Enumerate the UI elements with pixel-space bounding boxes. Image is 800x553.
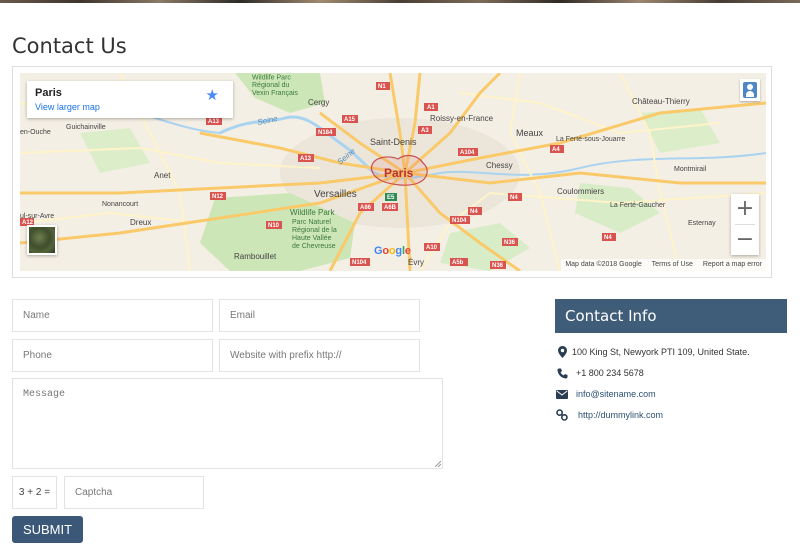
message-textarea[interactable]: [12, 378, 443, 469]
phone-input[interactable]: [12, 339, 213, 372]
svg-text:Régional de la: Régional de la: [292, 227, 337, 234]
street-view-pegman-icon[interactable]: [740, 79, 760, 101]
contact-address-row: 100 King St, Newyork PTI 109, United Sta…: [555, 345, 750, 359]
svg-text:ul-sur-Avre: ul-sur-Avre: [20, 213, 54, 220]
resize-grip-icon[interactable]: [435, 461, 441, 467]
contact-info-heading: Contact Info: [555, 299, 787, 333]
contact-website-link[interactable]: http://dummylink.com: [578, 410, 663, 420]
svg-text:Guichainville: Guichainville: [66, 124, 106, 131]
svg-text:Haute Vallée: Haute Vallée: [292, 235, 332, 242]
svg-text:en-Ouche: en-Ouche: [20, 129, 51, 136]
svg-text:N4: N4: [604, 235, 612, 241]
svg-text:Nonancourt: Nonancourt: [102, 201, 138, 208]
svg-text:Chessy: Chessy: [486, 161, 513, 170]
svg-text:Parc Naturel: Parc Naturel: [292, 219, 331, 226]
svg-text:Rambouillet: Rambouillet: [234, 252, 277, 261]
page-title: Contact Us: [12, 34, 127, 58]
svg-text:Montmirail: Montmirail: [674, 166, 707, 173]
name-input[interactable]: [12, 299, 213, 332]
svg-text:A104: A104: [460, 150, 475, 156]
link-icon: [555, 408, 569, 422]
svg-text:Versailles: Versailles: [314, 189, 357, 200]
svg-text:N104: N104: [452, 218, 467, 224]
zoom-out-button[interactable]: −: [731, 225, 759, 255]
svg-text:N4: N4: [470, 209, 478, 215]
svg-text:Meaux: Meaux: [516, 128, 544, 138]
map-data-credit: Map data ©2018 Google: [565, 261, 642, 268]
svg-text:N184: N184: [318, 130, 333, 136]
satellite-toggle-button[interactable]: [27, 225, 57, 255]
google-map[interactable]: N1 A15 A3 A1 A104 A13 N184 A13 N12 A86 A…: [20, 73, 766, 271]
svg-text:Esternay: Esternay: [688, 220, 716, 227]
header-image-strip: [0, 0, 800, 3]
zoom-controls: + −: [731, 194, 759, 255]
svg-text:A10: A10: [426, 245, 438, 251]
svg-text:A4: A4: [552, 147, 560, 153]
svg-text:A86: A86: [360, 205, 372, 211]
svg-text:A13: A13: [300, 156, 312, 162]
view-larger-map-link[interactable]: View larger map: [35, 102, 100, 112]
svg-text:N12: N12: [212, 194, 224, 200]
svg-text:N36: N36: [492, 263, 504, 269]
google-logo: Google: [374, 245, 411, 257]
website-input[interactable]: [219, 339, 420, 372]
svg-text:La Ferté-Gaucher: La Ferté-Gaucher: [610, 202, 666, 209]
svg-text:N1: N1: [378, 84, 386, 90]
svg-text:Wildlife Parc: Wildlife Parc: [252, 75, 291, 82]
contact-email-link[interactable]: info@sitename.com: [576, 389, 656, 399]
svg-text:N4: N4: [510, 195, 518, 201]
svg-text:Coulommiers: Coulommiers: [557, 187, 604, 196]
svg-text:A1: A1: [427, 105, 435, 111]
svg-text:Roissy-en-France: Roissy-en-France: [430, 114, 494, 123]
svg-text:Évry: Évry: [408, 258, 424, 267]
map-frame: N1 A15 A3 A1 A104 A13 N184 A13 N12 A86 A…: [12, 66, 772, 278]
contact-email-row: info@sitename.com: [555, 387, 656, 401]
svg-text:A5b: A5b: [452, 260, 464, 266]
map-attribution: Map data ©2018 Google Terms of Use Repor…: [561, 259, 766, 271]
svg-text:E5: E5: [387, 195, 395, 201]
svg-text:Cergy: Cergy: [308, 98, 329, 107]
contact-phone: +1 800 234 5678: [576, 368, 644, 378]
svg-text:Château-Thierry: Château-Thierry: [632, 97, 690, 106]
zoom-in-button[interactable]: +: [731, 194, 759, 224]
terms-of-use-link[interactable]: Terms of Use: [652, 261, 693, 268]
svg-text:N104: N104: [352, 260, 367, 266]
svg-text:N10: N10: [268, 223, 280, 229]
svg-text:Saint-Denis: Saint-Denis: [370, 137, 417, 147]
place-card: Paris View larger map ★: [27, 81, 233, 118]
svg-text:Régional du: Régional du: [252, 82, 289, 89]
contact-address: 100 King St, Newyork PTI 109, United Sta…: [572, 347, 750, 357]
phone-icon: [555, 366, 569, 380]
report-map-error-link[interactable]: Report a map error: [703, 261, 762, 268]
svg-text:Anet: Anet: [154, 171, 171, 180]
svg-text:Wildlife Park: Wildlife Park: [290, 208, 335, 217]
email-input[interactable]: [219, 299, 420, 332]
contact-phone-row: +1 800 234 5678: [555, 366, 644, 380]
place-name: Paris: [35, 87, 62, 99]
svg-text:A15: A15: [344, 117, 356, 123]
captcha-question: 3 + 2 =: [12, 476, 57, 509]
submit-button[interactable]: SUBMIT: [12, 516, 83, 543]
svg-text:Paris: Paris: [384, 166, 414, 180]
svg-text:La Ferté-sous-Jouarre: La Ferté-sous-Jouarre: [556, 136, 625, 143]
svg-text:Vexin Français: Vexin Français: [252, 90, 298, 97]
contact-website-row: http://dummylink.com: [555, 408, 663, 422]
svg-text:A3: A3: [421, 128, 429, 134]
envelope-icon: [555, 387, 569, 401]
svg-text:Dreux: Dreux: [130, 218, 151, 227]
save-star-icon[interactable]: ★: [206, 88, 219, 103]
svg-text:N36: N36: [504, 240, 516, 246]
svg-text:A6B: A6B: [384, 205, 397, 211]
captcha-input[interactable]: [64, 476, 204, 509]
svg-text:de Chevreuse: de Chevreuse: [292, 243, 336, 250]
map-marker-icon: [555, 345, 569, 359]
svg-text:A13: A13: [208, 119, 220, 125]
